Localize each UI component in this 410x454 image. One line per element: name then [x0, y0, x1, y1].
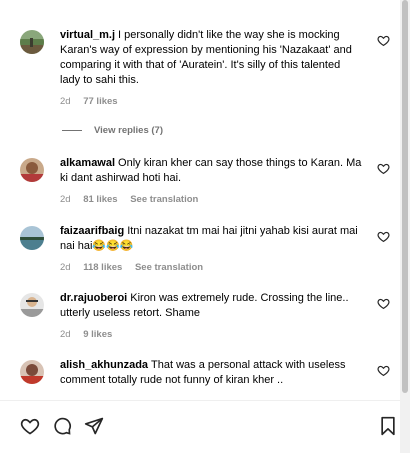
comment-username[interactable]: dr.rajuoberoi [60, 292, 127, 304]
see-translation-link[interactable]: See translation [135, 262, 203, 273]
avatar[interactable] [20, 226, 44, 250]
heart-icon[interactable] [377, 34, 390, 47]
avatar[interactable] [20, 158, 44, 182]
comment-username[interactable]: virtual_m.j [60, 29, 115, 41]
scrollbar-thumb[interactable] [402, 0, 408, 393]
view-replies-button[interactable]: View replies (7) [62, 125, 163, 136]
view-replies-label[interactable]: View replies (7) [94, 125, 163, 136]
heart-icon[interactable] [20, 416, 40, 436]
comment-likes[interactable]: 77 likes [83, 96, 117, 107]
comment-likes[interactable]: 118 likes [83, 262, 122, 273]
heart-icon[interactable] [377, 230, 390, 243]
avatar[interactable] [20, 293, 44, 317]
bookmark-icon[interactable] [378, 416, 398, 436]
comment-time: 2d [60, 262, 71, 273]
comment-username[interactable]: faizaarifbaig [60, 225, 124, 237]
send-icon[interactable] [84, 416, 104, 436]
comment-icon[interactable] [52, 416, 72, 436]
heart-icon[interactable] [377, 162, 390, 175]
comment-username[interactable]: alish_akhunzada [60, 359, 148, 371]
heart-icon[interactable] [377, 364, 390, 377]
comment-time: 2d [60, 194, 71, 205]
post-action-bar [0, 400, 400, 454]
comment-time: 2d [60, 329, 71, 340]
divider-line [62, 130, 82, 131]
comment-likes[interactable]: 9 likes [83, 329, 112, 340]
comment-username[interactable]: alkamawal [60, 157, 115, 169]
avatar[interactable] [20, 360, 44, 384]
see-translation-link[interactable]: See translation [130, 194, 198, 205]
avatar[interactable] [20, 30, 44, 54]
comment-time: 2d [60, 96, 71, 107]
comment-likes[interactable]: 81 likes [83, 194, 117, 205]
scrollbar-track[interactable] [400, 0, 410, 453]
heart-icon[interactable] [377, 297, 390, 310]
